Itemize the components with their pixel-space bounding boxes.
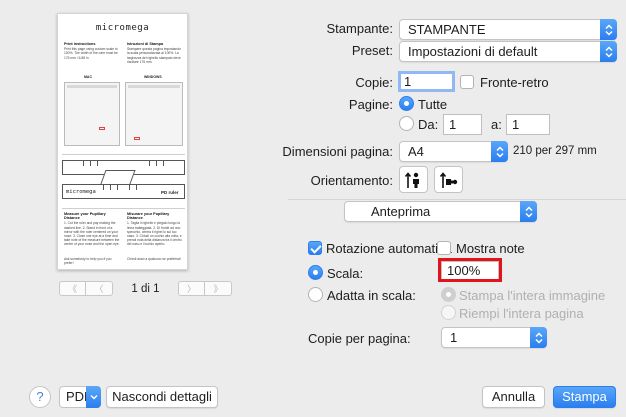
printer-label: Stampante: — [326, 21, 394, 36]
section-select-value: Anteprima — [371, 204, 431, 219]
copies-label: Copie: — [355, 75, 393, 90]
pages-all-radio[interactable] — [399, 96, 414, 111]
doc-mac-label: MAC — [84, 75, 92, 79]
scale-label: Scala: — [327, 266, 364, 281]
fit-fill-page-radio[interactable] — [441, 305, 456, 320]
chevron-down-icon — [86, 386, 101, 408]
doc-mac-highlight — [99, 127, 105, 130]
doc-instructions-en-title: Print instructions — [64, 42, 96, 46]
fit-print-entire-radio[interactable] — [441, 287, 456, 302]
paper-dimensions: 210 per 297 mm — [513, 145, 597, 157]
doc-instructions-it-title: Istruzioni di Stampa — [127, 42, 164, 46]
pages-from-label: Da: — [418, 117, 439, 132]
show-notes-checkbox[interactable] — [437, 241, 451, 255]
duplex-label: Fronte-retro — [480, 75, 549, 90]
doc-mac-screenshot — [64, 82, 120, 146]
chevron-updown-icon — [600, 41, 617, 62]
doc-dashed-line — [62, 154, 185, 155]
cancel-button[interactable]: Annulla — [482, 386, 545, 408]
landscape-person-icon — [439, 171, 457, 188]
doc-instructions-en: Print instructions Print this page using… — [64, 42, 120, 60]
doc-pd-en-note: Ask somebody to help you if you prefer! — [64, 257, 112, 266]
page-navigation: 《 〈 1 di 1 〉 》 — [59, 281, 232, 296]
pdf-menu-button[interactable]: PDF — [59, 386, 101, 408]
fit-scale-radio[interactable] — [308, 287, 323, 302]
doc-instructions-it: Istruzioni di Stampa Stampare questa pag… — [127, 42, 183, 64]
pages-label: Pagine: — [348, 97, 393, 112]
pages-to-label: a: — [491, 117, 502, 132]
pages-from-input[interactable]: 1 — [443, 114, 482, 135]
chevron-updown-icon — [520, 201, 537, 222]
help-button[interactable]: ? — [29, 386, 51, 408]
last-page-button[interactable]: 》 — [205, 281, 232, 296]
doc-ruler-brand: micromega — [66, 189, 96, 195]
pages-all-label: Tutte — [418, 97, 448, 112]
doc-divider — [62, 208, 185, 209]
doc-windows-label: WINDOWS — [144, 75, 162, 79]
next-page-button[interactable]: 〉 — [178, 281, 205, 296]
duplex-checkbox[interactable] — [460, 75, 474, 89]
doc-pd-en-text: 1. Cut the ruler and pay making the dash… — [64, 221, 120, 247]
pages-range-radio[interactable] — [399, 116, 414, 131]
doc-ruler-bottom: micromega PD ruler — [62, 184, 185, 199]
pages-per-sheet-value: 1 — [450, 330, 458, 345]
settings-separator — [288, 199, 626, 200]
portrait-person-icon — [404, 171, 419, 188]
page-indicator: 1 di 1 — [131, 282, 160, 295]
doc-windows-highlight — [134, 137, 140, 140]
fit-scale-label: Adatta in scala: — [327, 288, 416, 303]
pages-per-sheet-select[interactable]: 1 — [441, 327, 547, 348]
doc-windows-screenshot — [125, 82, 183, 146]
orientation-landscape-button[interactable] — [434, 166, 463, 193]
doc-pd-it: Misurare your Pupillary Distance 1. Tagl… — [127, 212, 183, 247]
preview-pane: micromega Print instructions Print this … — [0, 0, 248, 370]
section-select[interactable]: Anteprima — [344, 201, 537, 222]
orientation-portrait-button[interactable] — [399, 166, 428, 193]
paper-size-label: Dimensioni pagina: — [282, 144, 393, 159]
preset-label: Preset: — [351, 43, 393, 58]
doc-pd-en-title: Measure your Pupillary Distance — [64, 212, 106, 221]
scale-radio[interactable] — [308, 265, 323, 280]
fit-print-entire-label: Stampa l'intera immagine — [459, 288, 606, 303]
pages-to-input[interactable]: 1 — [506, 114, 550, 135]
doc-ruler-label: PD ruler — [161, 190, 179, 195]
doc-pd-it-text: 1. Taglia il righello e piegalo lungo la… — [127, 221, 182, 247]
doc-pd-en: Measure your Pupillary Distance 1. Cut t… — [64, 212, 120, 247]
chevron-updown-icon — [491, 141, 508, 162]
pages-per-sheet-label: Copie per pagina: — [308, 331, 411, 346]
doc-instructions-en-text: Print this page using custom scale to 10… — [64, 47, 118, 60]
preset-select-value: Impostazioni di default — [408, 44, 538, 59]
printer-select[interactable]: STAMPANTE — [399, 19, 617, 40]
show-notes-label: Mostra note — [456, 241, 525, 256]
first-page-button[interactable]: 《 — [59, 281, 86, 296]
fit-fill-page-label: Riempi l'intera pagina — [459, 306, 584, 321]
copies-input[interactable]: 1 — [398, 71, 455, 92]
doc-brand: micromega — [95, 23, 150, 33]
chevron-updown-icon — [530, 327, 547, 348]
auto-rotate-checkbox[interactable] — [308, 241, 322, 255]
auto-rotate-label: Rotazione automatica — [326, 241, 452, 256]
doc-pd-it-note: Chiedi aiuto a qualcuno se preferisci! — [127, 257, 182, 261]
page-preview: micromega Print instructions Print this … — [57, 13, 188, 270]
hide-details-button[interactable]: Nascondi dettagli — [106, 386, 218, 408]
previous-page-button[interactable]: 〈 — [86, 281, 113, 296]
doc-ruler-notch — [100, 170, 136, 184]
chevron-updown-icon — [600, 19, 617, 40]
paper-size-value: A4 — [408, 144, 424, 159]
paper-size-select[interactable]: A4 — [399, 141, 508, 162]
doc-pd-it-title: Misurare your Pupillary Distance — [127, 212, 170, 221]
print-button[interactable]: Stampa — [553, 386, 616, 408]
scale-highlight-annotation — [438, 258, 502, 282]
orientation-label: Orientamento: — [310, 173, 393, 188]
doc-instructions-it-text: Stampare questa pagina impostando la sca… — [127, 47, 181, 64]
printer-select-value: STAMPANTE — [408, 22, 486, 37]
preset-select[interactable]: Impostazioni di default — [399, 41, 617, 62]
